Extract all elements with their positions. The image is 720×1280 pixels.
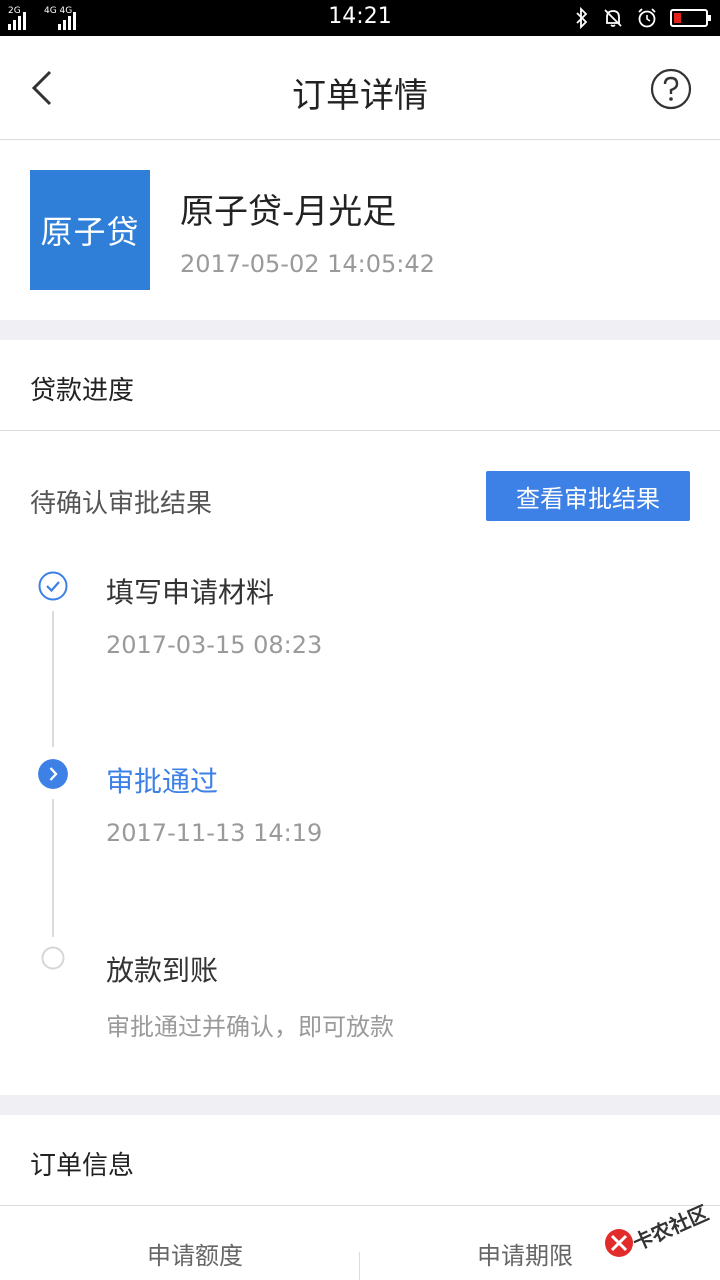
timeline-connector (52, 611, 54, 747)
order-detail-page: 2G 4G 4G 14:21 订单详情 原子贷 原子贷-月光足 2017-05-… (0, 0, 720, 1280)
pending-circle-icon (41, 946, 65, 970)
alarm-icon (638, 8, 656, 28)
progress-section: 待确认审批结果 查看审批结果 填写申请材料 2017-03-15 08:23 审… (0, 431, 720, 1095)
view-approval-result-button[interactable]: 查看审批结果 (486, 471, 690, 521)
apply-amount-label: 申请额度 (147, 1242, 243, 1270)
timeline-connector (52, 799, 54, 937)
chevron-right-icon (38, 759, 68, 789)
mute-bell-icon (604, 9, 622, 27)
progress-section-header: 贷款进度 (0, 340, 720, 431)
section-divider (0, 320, 720, 340)
watermark-text: 卡农社区 (629, 1200, 713, 1256)
section-divider (0, 1095, 720, 1115)
step-title-current: 审批通过 (106, 765, 219, 798)
progress-section-title: 贷款进度 (30, 376, 135, 406)
step-subtitle: 审批通过并确认，即可放款 (106, 1013, 394, 1041)
help-icon[interactable] (650, 68, 692, 110)
order-info-title: 订单信息 (30, 1151, 135, 1181)
bluetooth-icon (576, 7, 588, 29)
status-bar: 2G 4G 4G 14:21 (0, 0, 720, 36)
approval-status-text: 待确认审批结果 (30, 489, 213, 519)
step-subtitle: 2017-11-13 14:19 (106, 819, 323, 847)
product-logo: 原子贷 (30, 170, 150, 290)
check-circle-icon (38, 571, 68, 601)
page-title: 订单详情 (292, 76, 428, 116)
step-title: 放款到账 (106, 954, 219, 987)
status-icons (574, 6, 711, 30)
watermark-logo: 卡农社区 (600, 1190, 713, 1270)
product-header: 原子贷 原子贷-月光足 2017-05-02 14:05:42 (0, 140, 720, 320)
nav-bar: 订单详情 (0, 36, 720, 140)
product-name: 原子贷-月光足 (180, 192, 397, 232)
step-subtitle: 2017-03-15 08:23 (106, 631, 323, 659)
battery-icon (670, 9, 711, 27)
step-title: 填写申请材料 (106, 576, 275, 609)
product-datetime: 2017-05-02 14:05:42 (180, 250, 435, 278)
